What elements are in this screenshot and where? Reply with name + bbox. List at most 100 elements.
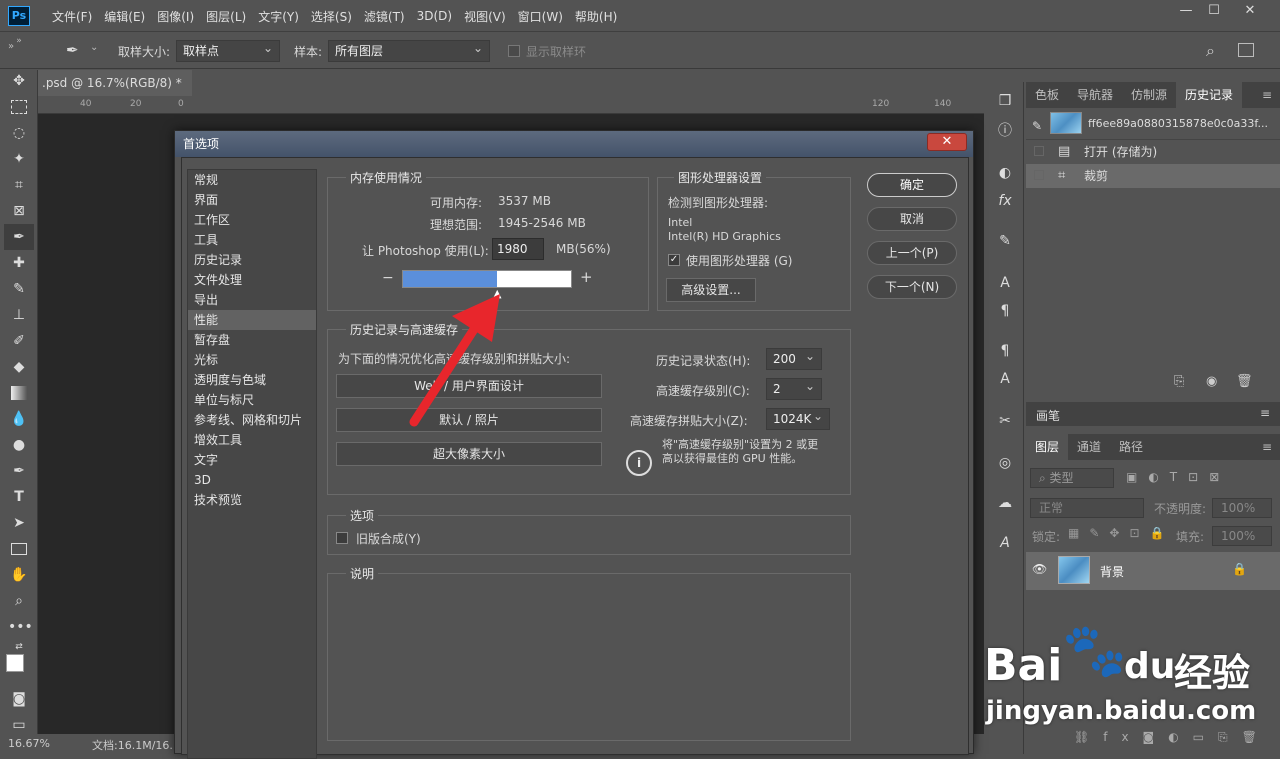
trash-icon[interactable]: 🗑: [1236, 374, 1253, 389]
visibility-eye-icon[interactable]: 👁: [1032, 562, 1047, 576]
minimize-button[interactable]: —: [1172, 4, 1200, 20]
tab-swatches[interactable]: 色板: [1026, 82, 1068, 108]
rectangle-tool-icon[interactable]: [8, 538, 30, 560]
tool-presets-icon[interactable]: ✂: [994, 410, 1016, 432]
libraries-icon[interactable]: ☁: [994, 492, 1016, 514]
healing-brush-icon[interactable]: ✚: [8, 252, 30, 274]
eraser-tool-icon[interactable]: ◆: [8, 356, 30, 378]
tab-channels[interactable]: 通道: [1068, 434, 1110, 460]
magic-wand-icon[interactable]: ✦: [8, 148, 30, 170]
category-item[interactable]: 工作区: [188, 210, 316, 230]
paragraph-styles-icon[interactable]: ¶: [994, 340, 1016, 362]
category-item[interactable]: 单位与标尺: [188, 390, 316, 410]
marquee-tool-icon[interactable]: [8, 96, 30, 118]
use-gpu-checkbox[interactable]: ✓: [668, 254, 680, 266]
paragraph-icon[interactable]: ¶: [994, 300, 1016, 322]
panel-menu-icon[interactable]: ≡: [1254, 434, 1280, 460]
legacy-compositing-checkbox[interactable]: [336, 532, 348, 544]
chevron-down-icon[interactable]: ⌄: [90, 42, 98, 53]
ok-button[interactable]: 确定: [867, 173, 957, 197]
menu-select[interactable]: 选择(S): [305, 8, 358, 25]
menu-edit[interactable]: 编辑(E): [98, 8, 151, 25]
tile-size-select[interactable]: 1024K: [766, 406, 830, 430]
category-item[interactable]: 性能: [188, 310, 316, 330]
brush-tool-icon[interactable]: ✎: [8, 278, 30, 300]
character-icon[interactable]: A: [994, 272, 1016, 294]
category-item[interactable]: 技术预览: [188, 490, 316, 510]
maximize-button[interactable]: ☐: [1200, 4, 1228, 20]
category-item[interactable]: 历史记录: [188, 250, 316, 270]
eyedropper-tool-icon[interactable]: ✒: [4, 224, 34, 250]
character-styles-icon[interactable]: A: [994, 368, 1016, 390]
document-tab[interactable]: .psd @ 16.7%(RGB/8) * ×: [38, 70, 192, 116]
history-item[interactable]: ⌗ 裁剪: [1026, 164, 1280, 188]
zoom-tool-icon[interactable]: ⌕: [8, 590, 30, 612]
menu-window[interactable]: 窗口(W): [512, 8, 569, 25]
preset-huge-pixel-button[interactable]: 超大像素大小: [336, 442, 602, 466]
category-item[interactable]: 界面: [188, 190, 316, 210]
lock-icons[interactable]: ▦✎✥⊡🔒: [1068, 526, 1174, 540]
tab-paths[interactable]: 路径: [1110, 434, 1152, 460]
eyedropper-icon[interactable]: ✒: [66, 41, 86, 61]
menu-file[interactable]: 文件(F): [46, 8, 98, 25]
tab-layers[interactable]: 图层: [1026, 434, 1069, 460]
search-icon[interactable]: ⌕: [1206, 41, 1215, 61]
info-icon[interactable]: ⓘ: [994, 120, 1016, 142]
tab-navigator[interactable]: 导航器: [1068, 82, 1122, 108]
category-item[interactable]: 光标: [188, 350, 316, 370]
memory-amount-input[interactable]: 1980: [492, 238, 544, 260]
quick-mask-icon[interactable]: ◙: [8, 688, 30, 710]
cancel-button[interactable]: 取消: [867, 207, 957, 231]
path-selection-icon[interactable]: ➤: [8, 512, 30, 534]
category-item[interactable]: 透明度与色域: [188, 370, 316, 390]
category-item[interactable]: 工具: [188, 230, 316, 250]
layer-kind-filter[interactable]: ⌕ 类型: [1030, 468, 1114, 488]
workspace-icon[interactable]: [1238, 43, 1254, 57]
3d-icon[interactable]: ❒: [994, 90, 1016, 112]
advanced-settings-button[interactable]: 高级设置...: [666, 278, 756, 302]
sample-size-select[interactable]: 取样点: [176, 38, 280, 62]
fill-field[interactable]: 100%: [1212, 526, 1272, 546]
blur-tool-icon[interactable]: 💧: [8, 408, 30, 430]
dodge-tool-icon[interactable]: ●: [8, 434, 30, 456]
screen-mode-icon[interactable]: ▭: [8, 714, 30, 736]
foreground-color-swatch[interactable]: [6, 654, 24, 672]
cache-levels-select[interactable]: 2: [766, 376, 822, 400]
menu-help[interactable]: 帮助(H): [569, 8, 623, 25]
show-ring-checkbox[interactable]: [508, 45, 520, 57]
frame-tool-icon[interactable]: ⊠: [8, 200, 30, 222]
gradient-tool-icon[interactable]: [8, 382, 30, 404]
menu-3d[interactable]: 3D(D): [411, 9, 458, 23]
adjustments-icon[interactable]: ◐: [994, 162, 1016, 184]
tab-clone-source[interactable]: 仿制源: [1122, 82, 1176, 108]
menu-type[interactable]: 文字(Y): [252, 8, 305, 25]
history-states-select[interactable]: 200: [766, 346, 822, 370]
type-tool-icon[interactable]: T: [8, 486, 30, 508]
category-item[interactable]: 暂存盘: [188, 330, 316, 350]
history-brush-icon[interactable]: ✐: [8, 330, 30, 352]
close-window-button[interactable]: ✕: [1236, 4, 1264, 20]
history-item[interactable]: ▤ 打开 (存储为): [1026, 140, 1280, 164]
category-item[interactable]: 常规: [188, 170, 316, 190]
zoom-level[interactable]: 16.67%: [8, 737, 50, 750]
layer-name[interactable]: 背景: [1100, 563, 1124, 580]
brush-settings-icon[interactable]: ✎: [994, 230, 1016, 252]
lasso-tool-icon[interactable]: ◌: [8, 122, 30, 144]
layer-filter-icons[interactable]: ▣◐T⊡⊠: [1126, 470, 1230, 484]
panel-menu-icon[interactable]: ≡: [1254, 82, 1280, 108]
blend-mode-select[interactable]: 正常: [1030, 498, 1144, 518]
new-document-icon[interactable]: ⎘: [1174, 374, 1184, 389]
category-item[interactable]: 3D: [188, 470, 316, 490]
tab-history[interactable]: 历史记录: [1176, 82, 1243, 108]
crop-tool-icon[interactable]: ⌗: [8, 174, 30, 196]
category-item[interactable]: 文件处理: [188, 270, 316, 290]
panel-menu-icon[interactable]: ≡: [1260, 406, 1270, 420]
hand-tool-icon[interactable]: ✋: [8, 564, 30, 586]
previous-button[interactable]: 上一个(P): [867, 241, 957, 265]
dialog-close-button[interactable]: ✕: [927, 133, 967, 151]
history-source-box[interactable]: [1034, 170, 1044, 180]
clone-stamp-icon[interactable]: ⊥: [8, 304, 30, 326]
more-tools-icon[interactable]: •••: [8, 616, 33, 638]
history-snapshot-row[interactable]: ✎ ff6ee89a0880315878e0c0a33f...: [1026, 108, 1280, 140]
opacity-field[interactable]: 100%: [1212, 498, 1272, 518]
